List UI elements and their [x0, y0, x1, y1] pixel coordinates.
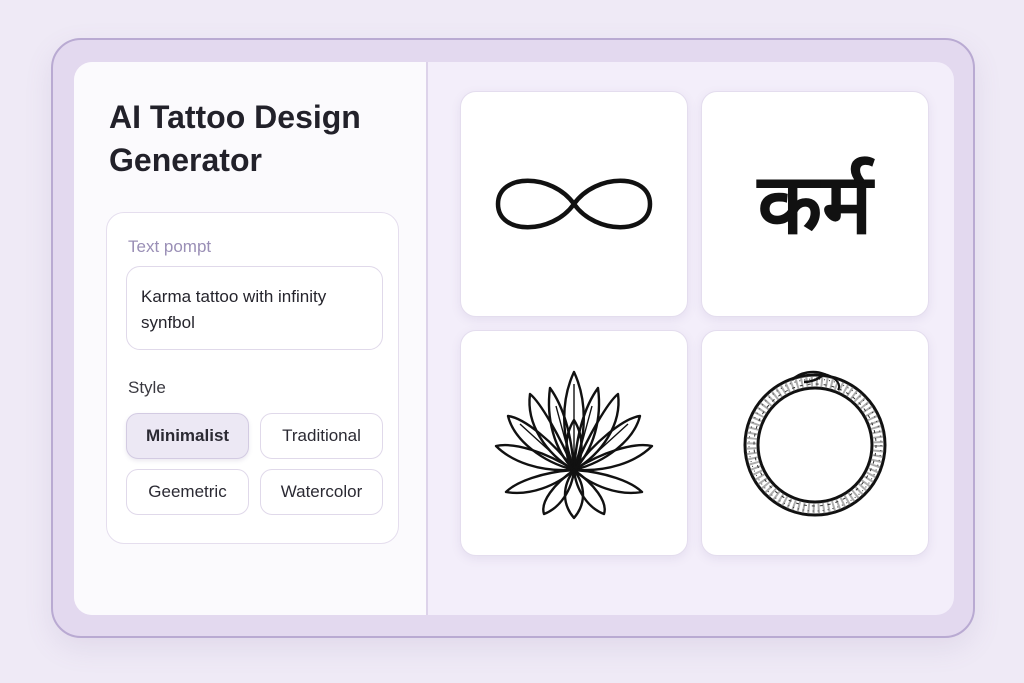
karma-script-icon: कर्म [757, 154, 873, 253]
style-option-minimalist[interactable]: Minimalist [126, 413, 249, 459]
results-grid: कर्म [428, 62, 954, 615]
result-card-infinity[interactable] [460, 91, 688, 317]
style-option-geometric[interactable]: Geemetric [126, 469, 249, 515]
device-frame: AI Tattoo Design Generator Text pompt Ka… [51, 38, 975, 638]
style-option-watercolor[interactable]: Watercolor [260, 469, 383, 515]
result-card-karma[interactable]: कर्म [701, 91, 929, 317]
lotus-icon [494, 370, 654, 520]
ouroboros-ring-icon [743, 370, 887, 517]
style-label: Style [128, 378, 166, 397]
app-screen: AI Tattoo Design Generator Text pompt Ka… [74, 62, 954, 615]
prompt-input[interactable]: Karma tattoo with infinity synfbol [126, 266, 383, 350]
infinity-icon [495, 178, 653, 230]
result-card-lotus[interactable] [460, 330, 688, 556]
result-card-ouroboros[interactable] [701, 330, 929, 556]
prompt-label: Text pompt [128, 237, 212, 256]
style-option-traditional[interactable]: Traditional [260, 413, 383, 459]
control-panel: AI Tattoo Design Generator Text pompt Ka… [74, 62, 428, 615]
prompt-form-card: Text pompt Karma tattoo with infinity sy… [106, 212, 399, 544]
app-title: AI Tattoo Design Generator [109, 99, 361, 178]
